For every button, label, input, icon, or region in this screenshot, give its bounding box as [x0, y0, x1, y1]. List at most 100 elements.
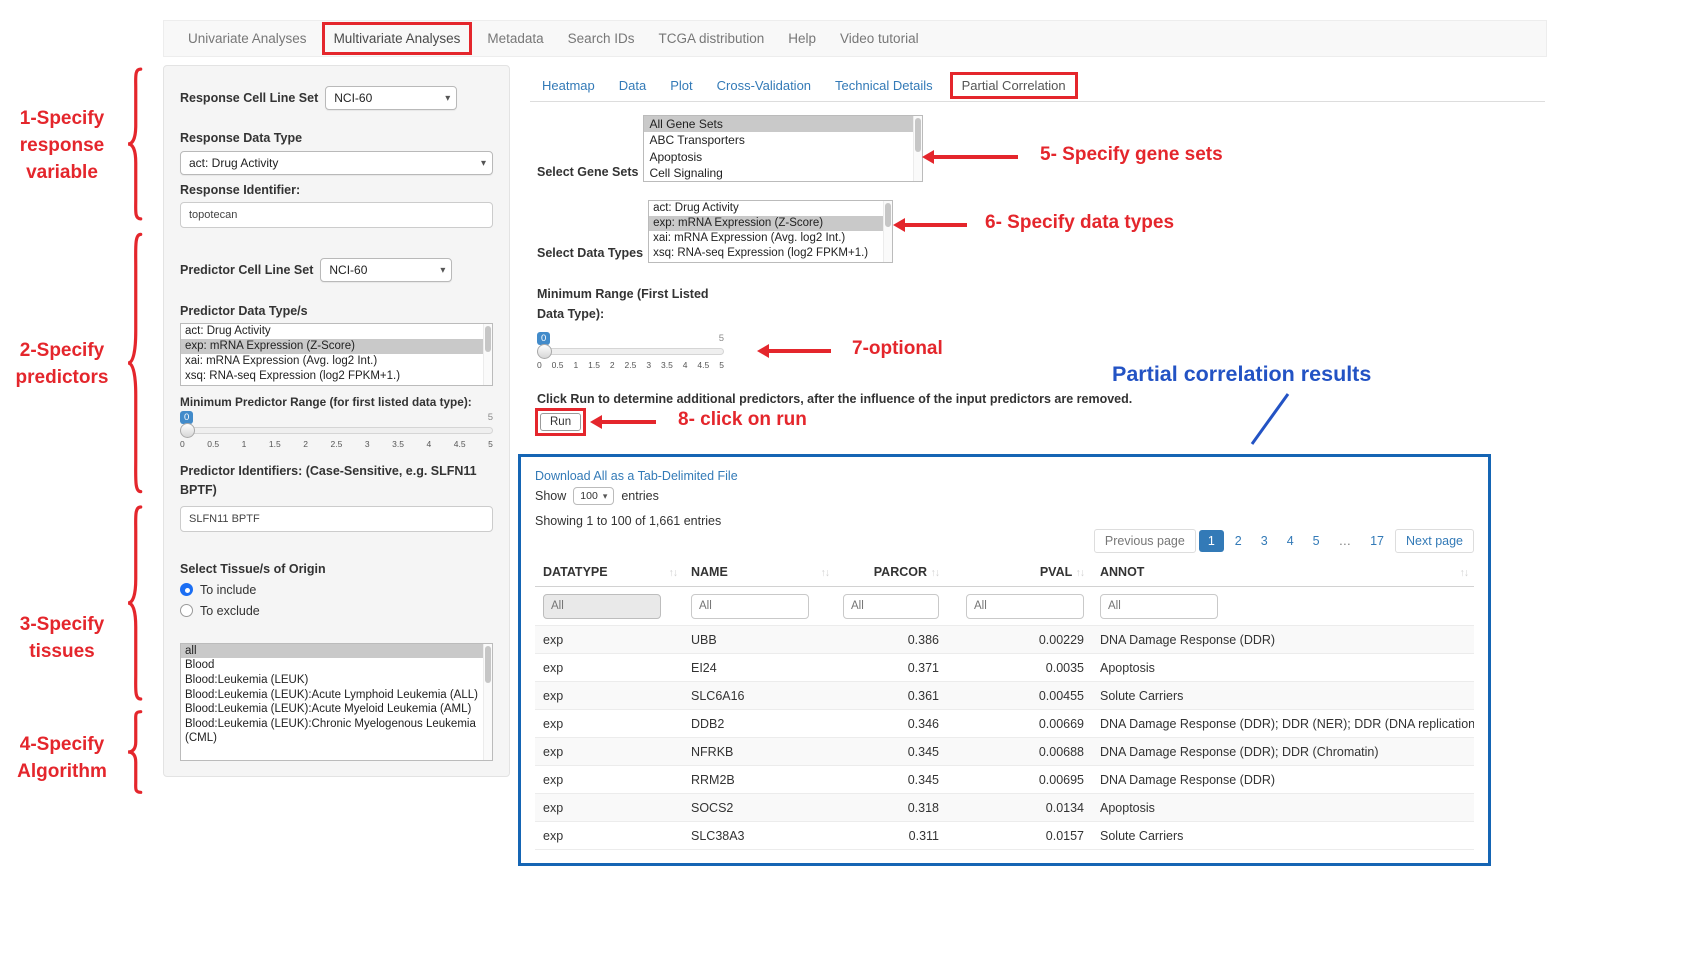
sort-icon[interactable]: ↑↓	[931, 567, 940, 579]
listbox-option[interactable]: xai: mRNA Expression (Avg. log2 Int.)	[181, 354, 492, 369]
listbox-option-selected[interactable]: exp: mRNA Expression (Z-Score)	[649, 216, 892, 231]
table-row[interactable]: exp NFRKB 0.345 0.00688 DNA Damage Respo…	[535, 738, 1474, 766]
listbox-option[interactable]: Apoptosis	[644, 149, 922, 165]
arrow-head	[590, 415, 602, 429]
sort-icon[interactable]: ↑↓	[821, 567, 830, 579]
cell-pval: 0.0035	[947, 654, 1092, 682]
tab-data[interactable]: Data	[607, 72, 658, 99]
scrollbar[interactable]	[483, 644, 492, 760]
annotation-step8: 8- click on run	[678, 409, 807, 431]
page-button-17[interactable]: 17	[1362, 530, 1392, 552]
scrollbar-thumb[interactable]	[915, 118, 921, 152]
scrollbar[interactable]	[913, 116, 922, 181]
tab-cross-validation[interactable]: Cross-Validation	[705, 72, 823, 99]
chevron-down-icon: ▾	[603, 491, 608, 502]
listbox-option[interactable]: Cell Signaling	[644, 165, 922, 181]
nav-item-video-tutorial[interactable]: Video tutorial	[828, 22, 931, 55]
table-row[interactable]: exp SLC6A16 0.361 0.00455 Solute Carrier…	[535, 682, 1474, 710]
table-row[interactable]: exp RRM2B 0.345 0.00695 DNA Damage Respo…	[535, 766, 1474, 794]
scrollbar[interactable]	[883, 201, 892, 262]
listbox-option[interactable]: Blood:Leukemia (LEUK):Acute Myeloid Leuk…	[181, 702, 492, 717]
tab-technical-details[interactable]: Technical Details	[823, 72, 945, 99]
listbox-option-selected[interactable]: exp: mRNA Expression (Z-Score)	[181, 339, 492, 354]
slider-handle[interactable]	[537, 344, 552, 359]
listbox-option[interactable]: xsq: RNA-seq Expression (log2 FPKM+1.)	[181, 369, 492, 384]
slider-track[interactable]	[537, 348, 724, 355]
filter-annot-input[interactable]	[1100, 594, 1218, 619]
page-button-1[interactable]: 1	[1199, 530, 1224, 552]
download-all-link[interactable]: Download All as a Tab-Delimited File	[535, 469, 738, 483]
to-include-radio[interactable]	[180, 583, 193, 596]
slider-track[interactable]	[180, 427, 493, 434]
table-row[interactable]: exp SOCS2 0.318 0.0134 Apoptosis	[535, 794, 1474, 822]
annotation-step5: 5- Specify gene sets	[1040, 144, 1223, 166]
filter-datatype-input[interactable]	[543, 594, 661, 619]
table-row[interactable]: exp SLC38A3 0.311 0.0157 Solute Carriers	[535, 822, 1474, 850]
tab-heatmap[interactable]: Heatmap	[530, 72, 607, 99]
response-data-type-select[interactable]: act: Drug Activity ▾	[180, 151, 493, 175]
page-button-2[interactable]: 2	[1227, 530, 1250, 552]
entries-per-page-select[interactable]: 100 ▾	[573, 487, 614, 505]
filter-pval-input[interactable]	[966, 594, 1084, 619]
filter-parcor-input[interactable]	[843, 594, 939, 619]
listbox-option[interactable]: Blood:Leukemia (LEUK)	[181, 673, 492, 688]
page-button-3[interactable]: 3	[1253, 530, 1276, 552]
scrollbar-thumb[interactable]	[485, 646, 491, 683]
nav-item-multivariate-analyses[interactable]: Multivariate Analyses	[322, 22, 473, 55]
gene-sets-listbox[interactable]: All Gene Sets ABC Transporters Apoptosis…	[643, 115, 923, 182]
tick-label: 0	[537, 360, 542, 370]
predictor-cell-line-set-select[interactable]: NCI-60 ▾	[320, 258, 452, 282]
nav-item-help[interactable]: Help	[776, 22, 828, 55]
header-parcor[interactable]: PARCOR ↑↓	[835, 558, 947, 587]
tab-plot[interactable]: Plot	[658, 72, 704, 99]
listbox-option[interactable]: act: Drug Activity	[649, 201, 892, 216]
listbox-option-selected[interactable]: all	[181, 644, 492, 659]
tissues-listbox[interactable]: all Blood Blood:Leukemia (LEUK) Blood:Le…	[180, 643, 493, 761]
nav-item-tcga-distribution[interactable]: TCGA distribution	[646, 22, 776, 55]
header-datatype[interactable]: DATATYPE↑↓	[535, 558, 683, 587]
nav-item-search-ids[interactable]: Search IDs	[556, 22, 647, 55]
run-button[interactable]: Run	[540, 413, 581, 431]
to-exclude-radio[interactable]	[180, 604, 193, 617]
listbox-option[interactable]: ABC Transporters	[644, 132, 922, 148]
listbox-option[interactable]: xai: mRNA Expression (Avg. log2 Int.)	[649, 231, 892, 246]
previous-page-button[interactable]: Previous page	[1094, 529, 1196, 553]
scrollbar[interactable]	[483, 324, 492, 385]
table-row[interactable]: exp DDB2 0.346 0.00669 DNA Damage Respon…	[535, 710, 1474, 738]
sort-icon[interactable]: ↑↓	[1076, 567, 1085, 579]
listbox-option[interactable]: act: Drug Activity	[181, 324, 492, 339]
slider-handle[interactable]	[180, 423, 195, 438]
cell-name: RRM2B	[683, 766, 835, 794]
header-name[interactable]: NAME↑↓	[683, 558, 835, 587]
header-annot[interactable]: ANNOT↑↓	[1092, 558, 1474, 587]
header-pval[interactable]: PVAL ↑↓	[947, 558, 1092, 587]
page-button-5[interactable]: 5	[1305, 530, 1328, 552]
scrollbar-thumb[interactable]	[885, 203, 891, 227]
scrollbar-thumb[interactable]	[485, 326, 491, 352]
response-identifier-input[interactable]	[180, 202, 493, 228]
filter-name-input[interactable]	[691, 594, 809, 619]
tick-label: 3	[646, 360, 651, 370]
tick-label: 5	[719, 360, 724, 370]
listbox-option-selected[interactable]: All Gene Sets	[644, 116, 922, 132]
data-types-listbox[interactable]: act: Drug Activity exp: mRNA Expression …	[648, 200, 893, 263]
annotation-step7: 7-optional	[852, 338, 943, 360]
min-predictor-range-slider[interactable]: 0 5 0 0.5 1 1.5 2 2.5 3 3.5 4 4.5 5	[180, 411, 493, 449]
next-page-button[interactable]: Next page	[1395, 529, 1474, 553]
min-range-slider[interactable]: 0 5 0 0.5 1 1.5 2 2.5 3 3.5 4 4.5 5	[537, 332, 724, 370]
response-cell-line-set-select[interactable]: NCI-60 ▾	[325, 86, 457, 110]
listbox-option[interactable]: xsq: RNA-seq Expression (log2 FPKM+1.)	[649, 246, 892, 261]
table-row[interactable]: exp EI24 0.371 0.0035 Apoptosis	[535, 654, 1474, 682]
nav-item-metadata[interactable]: Metadata	[475, 22, 555, 55]
table-row[interactable]: exp UBB 0.386 0.00229 DNA Damage Respons…	[535, 626, 1474, 654]
listbox-option[interactable]: Blood:Leukemia (LEUK):Acute Lymphoid Leu…	[181, 688, 492, 703]
page-button-4[interactable]: 4	[1279, 530, 1302, 552]
tab-partial-correlation[interactable]: Partial Correlation	[950, 72, 1078, 99]
predictor-identifiers-input[interactable]	[180, 506, 493, 532]
listbox-option[interactable]: Blood	[181, 658, 492, 673]
sort-icon[interactable]: ↑↓	[1460, 567, 1469, 579]
nav-item-univariate-analyses[interactable]: Univariate Analyses	[176, 22, 319, 55]
sort-icon[interactable]: ↑↓	[669, 567, 678, 579]
listbox-option[interactable]: Blood:Leukemia (LEUK):Chronic Myelogenou…	[181, 717, 492, 746]
predictor-data-types-listbox[interactable]: act: Drug Activity exp: mRNA Expression …	[180, 323, 493, 386]
